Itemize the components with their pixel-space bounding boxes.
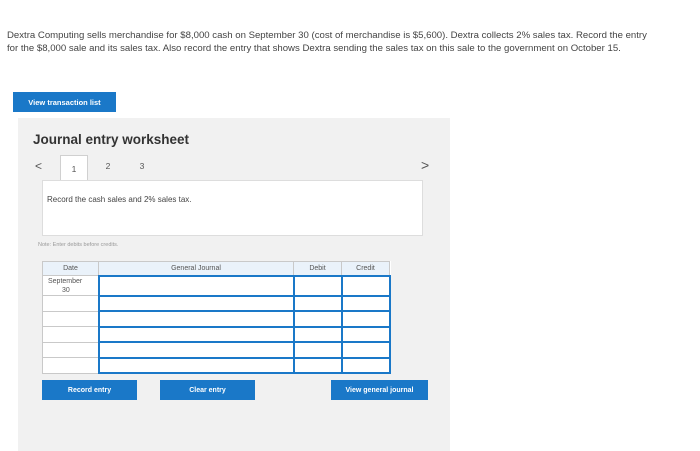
tab-1[interactable]: 1 <box>60 155 88 181</box>
record-entry-button[interactable]: Record entry <box>42 380 137 400</box>
debit-input[interactable] <box>292 310 343 328</box>
chevron-right-icon[interactable]: > <box>421 157 429 173</box>
account-input[interactable] <box>97 294 295 312</box>
credit-input[interactable] <box>340 310 391 328</box>
debit-input[interactable] <box>292 274 343 297</box>
date-cell: September 30 <box>42 275 99 296</box>
debit-input[interactable] <box>292 325 343 343</box>
chevron-left-icon[interactable]: < <box>35 159 42 173</box>
credit-input[interactable] <box>340 341 391 359</box>
debit-input[interactable] <box>292 356 343 374</box>
debit-input[interactable] <box>292 294 343 312</box>
credit-input[interactable] <box>340 325 391 343</box>
date-cell <box>42 357 99 374</box>
problem-statement: Dextra Computing sells merchandise for $… <box>7 30 647 54</box>
date-cell <box>42 295 99 312</box>
instruction-box: Record the cash sales and 2% sales tax. <box>42 180 423 236</box>
account-input[interactable] <box>97 341 295 359</box>
debit-input[interactable] <box>292 341 343 359</box>
account-input[interactable] <box>97 310 295 328</box>
date-day: 30 <box>62 287 70 294</box>
account-input[interactable] <box>97 325 295 343</box>
table-row <box>42 356 391 374</box>
table-row <box>42 310 391 328</box>
credit-input[interactable] <box>340 274 391 297</box>
date-header: Date <box>42 261 99 276</box>
journal-table: Date General Journal Debit Credit Septem… <box>42 261 391 374</box>
account-input[interactable] <box>97 356 295 374</box>
tab-3[interactable]: 3 <box>128 155 156 177</box>
date-month: September <box>48 278 83 285</box>
table-row: September 30 <box>42 274 391 297</box>
credit-header: Credit <box>341 261 390 276</box>
journal-entry-worksheet: Journal entry worksheet < 1 2 3 > Record… <box>18 118 450 451</box>
table-row <box>42 341 391 359</box>
note-text: Note: Enter debits before credits. <box>38 242 119 248</box>
table-row <box>42 294 391 312</box>
credit-input[interactable] <box>340 294 391 312</box>
instruction-text: Record the cash sales and 2% sales tax. <box>47 195 192 204</box>
debit-header: Debit <box>293 261 342 276</box>
clear-entry-button[interactable]: Clear entry <box>160 380 255 400</box>
tab-2[interactable]: 2 <box>94 155 122 177</box>
credit-input[interactable] <box>340 356 391 374</box>
general-journal-header: General Journal <box>98 261 294 276</box>
worksheet-title: Journal entry worksheet <box>33 132 190 147</box>
date-cell <box>42 326 99 343</box>
table-row <box>42 325 391 343</box>
view-general-journal-button[interactable]: View general journal <box>331 380 428 400</box>
date-cell <box>42 310 99 327</box>
view-transaction-list-button[interactable]: View transaction list <box>13 92 116 112</box>
date-cell <box>42 341 99 358</box>
account-input[interactable] <box>97 274 295 297</box>
